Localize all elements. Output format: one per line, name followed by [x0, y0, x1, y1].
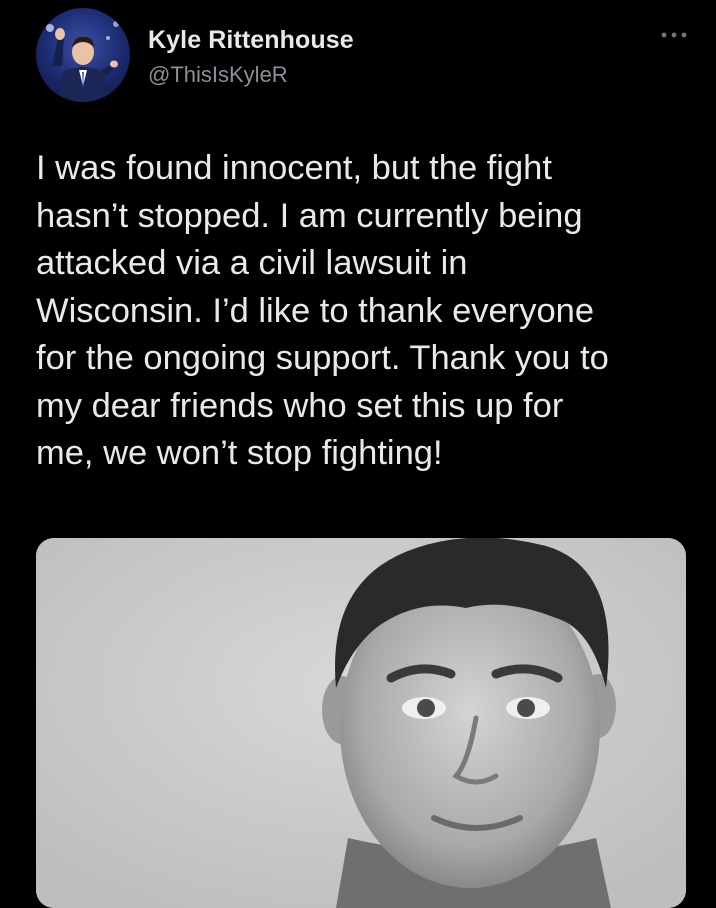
tweet[interactable]: Kyle Rittenhouse @ThisIsKyleR I was foun…: [0, 0, 716, 908]
tweet-media-image[interactable]: [36, 538, 686, 908]
avatar[interactable]: [36, 8, 130, 102]
more-horizontal-icon: [661, 32, 687, 38]
more-options-button[interactable]: [660, 28, 688, 40]
author-handle[interactable]: @ThisIsKyleR: [148, 62, 288, 88]
author-name[interactable]: Kyle Rittenhouse: [148, 26, 354, 55]
tweet-text: I was found innocent, but the fight hasn…: [36, 149, 609, 472]
avatar-photo: [46, 21, 119, 102]
portrait-photo: [36, 538, 686, 908]
